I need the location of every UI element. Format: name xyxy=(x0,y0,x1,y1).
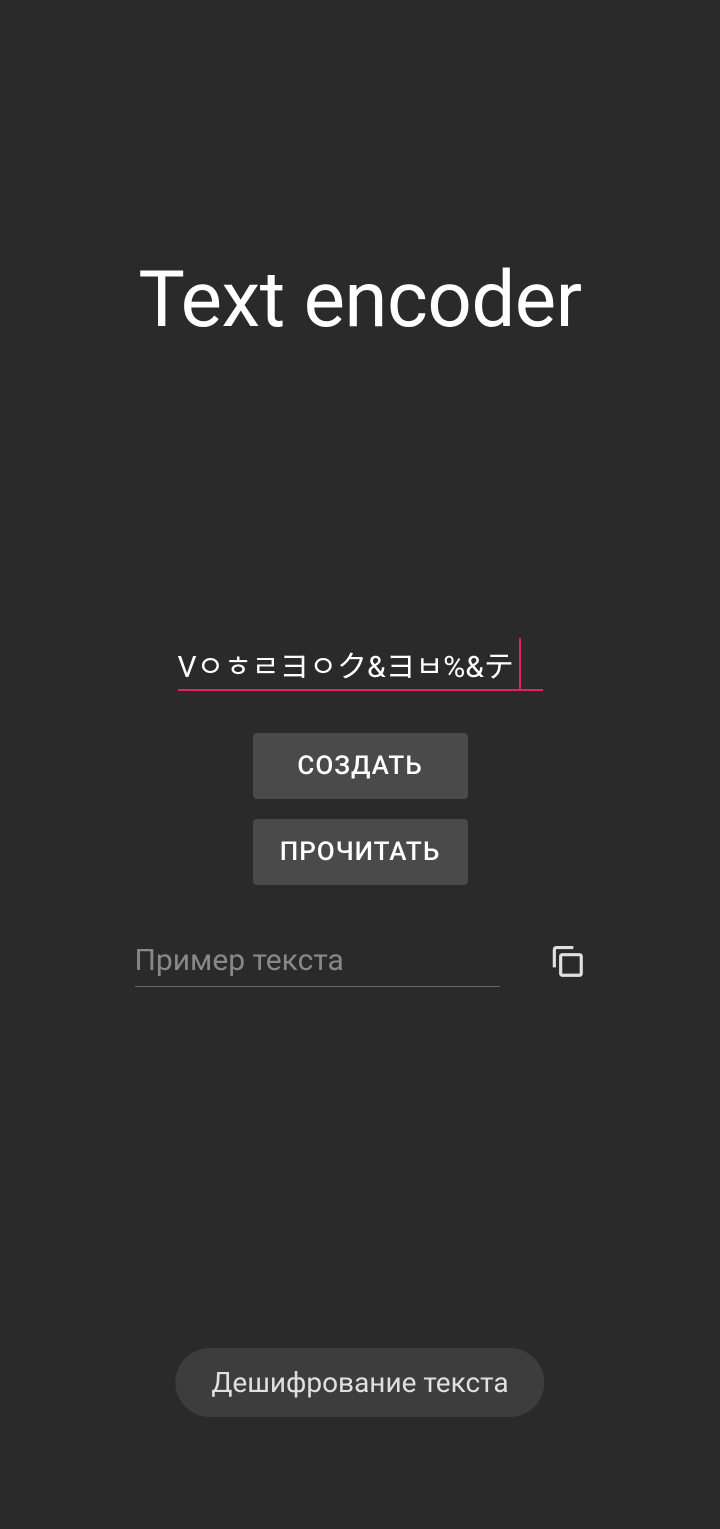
button-group: СОЗДАТЬ ПРОЧИТАТЬ xyxy=(253,733,468,885)
encoded-input-wrapper xyxy=(178,638,543,691)
encoded-text-input[interactable] xyxy=(178,638,543,691)
text-cursor xyxy=(519,638,521,689)
toast-message: Дешифрование текста xyxy=(175,1348,544,1417)
copy-icon[interactable] xyxy=(548,940,586,982)
app-title: Text encoder xyxy=(0,255,720,346)
create-button[interactable]: СОЗДАТЬ xyxy=(253,733,468,799)
output-row xyxy=(135,935,586,987)
main-content: СОЗДАТЬ ПРОЧИТАТЬ xyxy=(0,638,720,987)
example-text-input[interactable] xyxy=(135,935,500,987)
read-button[interactable]: ПРОЧИТАТЬ xyxy=(253,819,468,885)
